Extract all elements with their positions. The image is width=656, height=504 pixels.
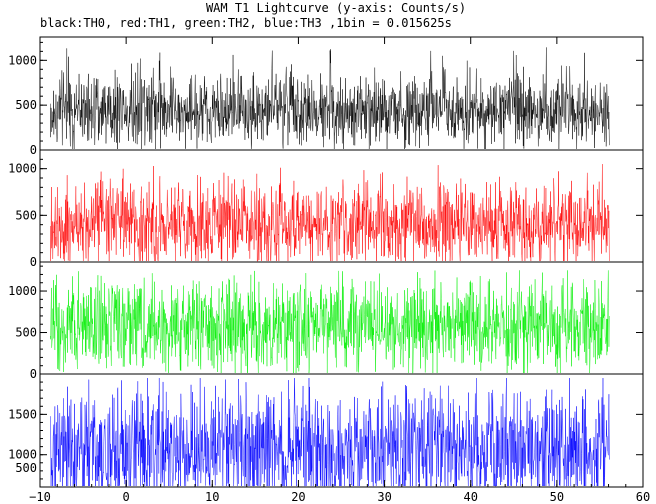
x-tick-label: −10 [29, 490, 51, 504]
lightcurve-TH0 [50, 47, 610, 150]
y-tick-label: 1500 [8, 407, 37, 421]
x-tick-label: 40 [463, 490, 477, 504]
panel-4: 1000 1500 500 [8, 373, 644, 488]
panel-1: 0 500 1000 [8, 36, 644, 157]
y-tick-label: 0 [30, 367, 37, 381]
x-tick-label: 60 [636, 490, 650, 504]
panel-2: 0 500 1000 [8, 149, 644, 269]
x-tick-label: 10 [205, 490, 219, 504]
y-tick-label: 0 [30, 255, 37, 269]
y-tick-label: 1000 [8, 53, 37, 67]
y-tick-label: 500 [15, 98, 37, 112]
x-tick-label: 50 [550, 490, 564, 504]
y-tick-label: 1000 [8, 162, 37, 176]
x-tick-label: 30 [377, 490, 391, 504]
y-tick-label: 0 [30, 143, 37, 157]
chart-title: WAM T1 Lightcurve (y-axis: Counts/s) [206, 1, 466, 15]
y-tick-label: 500 [15, 461, 37, 475]
y-tick-label: 500 [15, 326, 37, 340]
x-tick-label: 20 [291, 490, 305, 504]
x-tick-label: 0 [123, 490, 130, 504]
y-tick-label: 1000 [8, 448, 37, 462]
y-tick-label: 1000 [8, 284, 37, 298]
lightcurve-TH3 [50, 378, 610, 487]
lightcurve-TH2 [50, 270, 610, 374]
chart-subtitle: black:TH0, red:TH1, green:TH2, blue:TH3 … [40, 16, 452, 30]
lightcurve-TH1 [50, 164, 610, 262]
y-tick-label: 500 [15, 208, 37, 222]
lightcurve-panels: 05001000050010000500100010001500500 [8, 36, 644, 488]
panel-3: 0 500 1000 [8, 261, 644, 381]
lightcurve-figure: WAM T1 Lightcurve (y-axis: Counts/s) bla… [8, 1, 650, 504]
